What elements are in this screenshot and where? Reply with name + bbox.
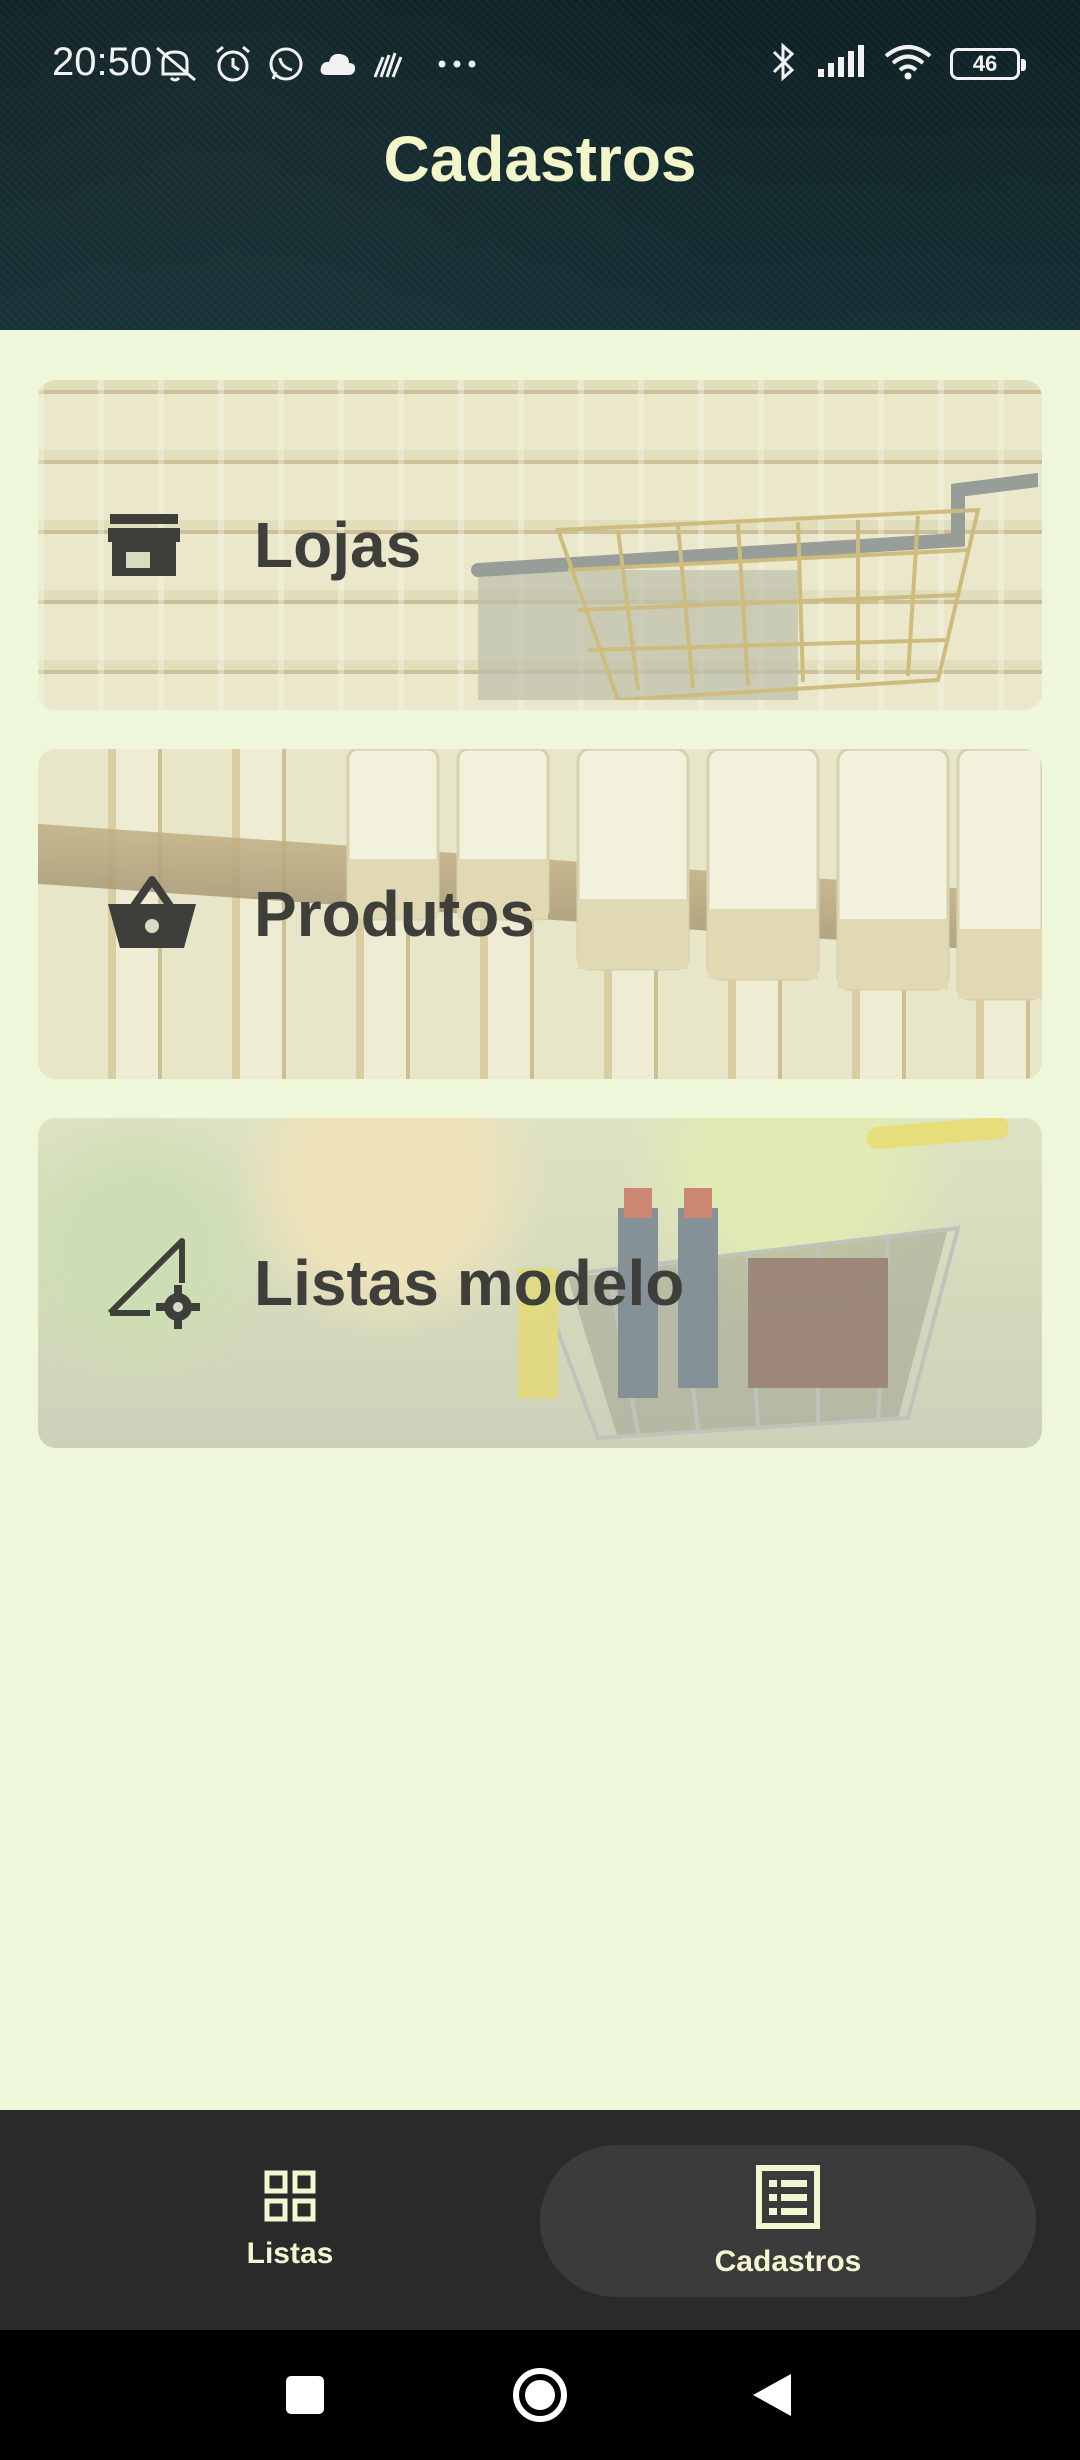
status-time: 20:50 (52, 40, 153, 84)
mute-icon (155, 44, 199, 84)
bottom-navigation: Listas Cadastros (0, 2110, 1080, 2330)
card-label: Listas modelo (254, 1247, 685, 1319)
recents-button[interactable] (245, 2330, 365, 2460)
list-icon (755, 2164, 821, 2235)
grid-icon (264, 2170, 316, 2227)
card-overlay (38, 380, 1042, 710)
status-notification-icons (155, 42, 477, 86)
more-dots-icon (437, 59, 477, 69)
card-label: Lojas (254, 509, 422, 581)
signal-app-icon (371, 47, 405, 81)
card-label: Produtos (254, 878, 535, 950)
card-lojas[interactable]: Lojas (38, 380, 1042, 710)
cloud-icon (319, 49, 357, 79)
back-button[interactable] (712, 2330, 832, 2460)
nav-label-listas: Listas (246, 2236, 334, 2270)
circle-icon (513, 2368, 567, 2422)
nav-item-cadastros[interactable]: Cadastros (540, 2145, 1036, 2297)
wifi-icon (884, 44, 932, 85)
back-triangle-icon (753, 2374, 791, 2416)
battery-level: 46 (972, 51, 998, 76)
alarm-icon (213, 44, 253, 84)
battery-icon: 46 (950, 48, 1026, 80)
status-bar: 20:50 46 (0, 0, 1080, 130)
card-listas-modelo[interactable]: Listas modelo (38, 1118, 1042, 1448)
status-system-icons: 46 (768, 40, 1026, 88)
store-icon (106, 380, 182, 710)
template-settings-icon (106, 1118, 202, 1448)
square-icon (286, 2376, 324, 2414)
page-title: Cadastros (383, 123, 697, 195)
system-navigation-bar (0, 2330, 1080, 2460)
nav-label-cadastros: Cadastros (714, 2244, 862, 2278)
home-button[interactable] (480, 2330, 600, 2460)
basket-icon (106, 749, 198, 1079)
nav-item-listas[interactable]: Listas (130, 2110, 450, 2330)
bluetooth-icon (768, 42, 798, 87)
cell-signal-icon (816, 44, 866, 84)
app-header: 20:50 46 Cadastros (0, 0, 1080, 330)
whatsapp-icon (267, 45, 305, 83)
card-produtos[interactable]: Produtos (38, 749, 1042, 1079)
